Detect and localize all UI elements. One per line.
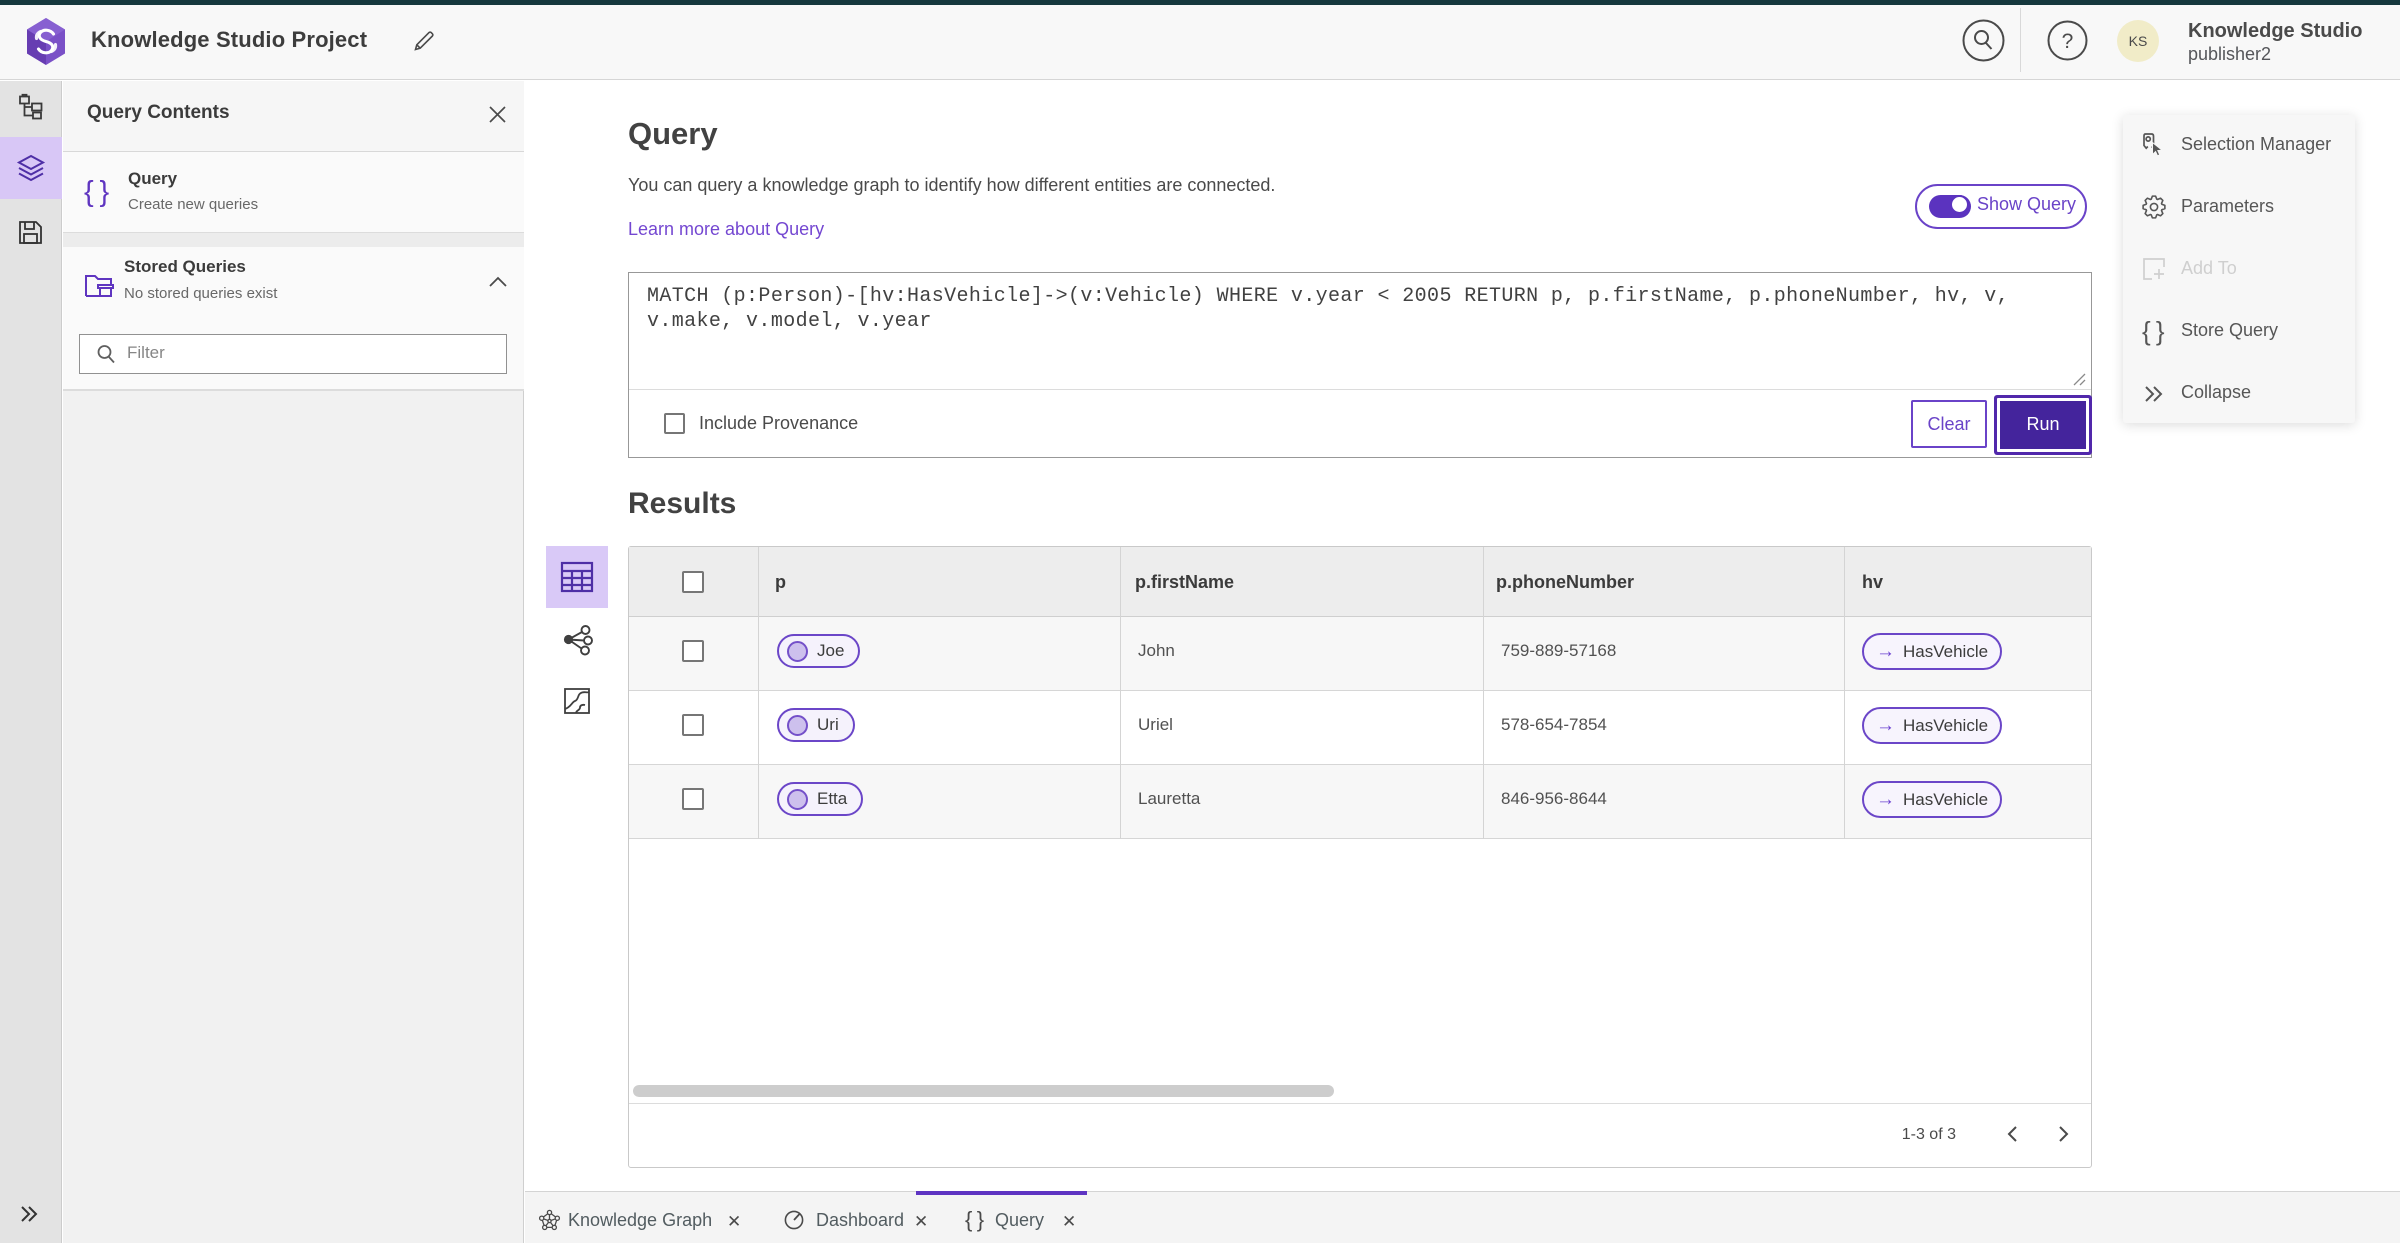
svg-text:?: ?	[2062, 30, 2074, 53]
